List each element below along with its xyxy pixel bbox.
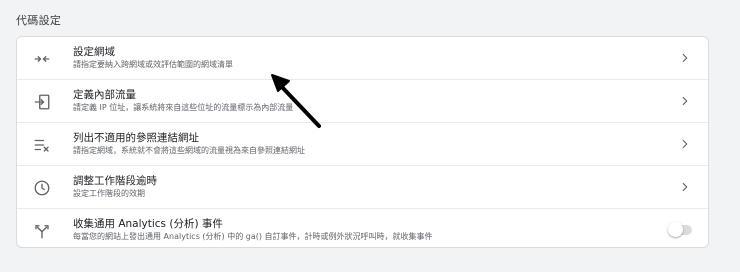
row-session-timeout[interactable]: 調整工作階段逾時 設定工作階段的效期 (17, 166, 708, 209)
merge-arrows-icon (33, 50, 51, 68)
settings-card: 設定網域 請指定要納入跨網域或效評估範圍的網域清單 定義內部流量 請定義 IP … (16, 36, 709, 248)
chevron-right-icon[interactable] (678, 180, 692, 194)
row-description: 設定工作階段的效期 (73, 189, 145, 198)
row-title: 收集通用 Analytics (分析) 事件 (73, 218, 223, 230)
list-exclude-icon (33, 136, 51, 154)
chevron-right-icon[interactable] (678, 137, 692, 151)
row-title: 列出不適用的參照連結網址 (73, 132, 199, 144)
toggle-knob (668, 222, 683, 237)
fork-icon (33, 222, 51, 240)
row-title: 調整工作階段逾時 (73, 175, 157, 187)
row-collect-ua-events: 收集通用 Analytics (分析) 事件 每當您的網站上發出通用 Analy… (17, 209, 708, 247)
row-unwanted-referrals[interactable]: 列出不適用的參照連結網址 請指定網域，系統就不會將這些網域的流量視為來自參照連結… (17, 123, 708, 166)
row-title: 設定網域 (73, 46, 115, 58)
chevron-right-icon[interactable] (678, 51, 692, 65)
row-internal-traffic[interactable]: 定義內部流量 請定義 IP 位址，讓系統將來自這些位址的流量標示為內部流量 (17, 80, 708, 123)
row-description: 請指定網域，系統就不會將這些網域的流量視為來自參照連結網址 (73, 146, 305, 155)
row-title: 定義內部流量 (73, 89, 136, 101)
clock-icon (33, 179, 51, 197)
section-title: 代碼設定 (16, 14, 62, 27)
row-description: 請定義 IP 位址，讓系統將來自這些位址的流量標示為內部流量 (73, 103, 294, 112)
row-description: 每當您的網站上發出通用 Analytics (分析) 中的 ga() 自訂事件，… (73, 232, 433, 241)
row-configure-domains[interactable]: 設定網域 請指定要納入跨網域或效評估範圍的網域清單 (17, 37, 708, 80)
collect-events-toggle[interactable] (668, 222, 692, 237)
login-arrow-icon (33, 93, 51, 111)
chevron-right-icon[interactable] (678, 94, 692, 108)
row-description: 請指定要納入跨網域或效評估範圍的網域清單 (73, 60, 233, 69)
